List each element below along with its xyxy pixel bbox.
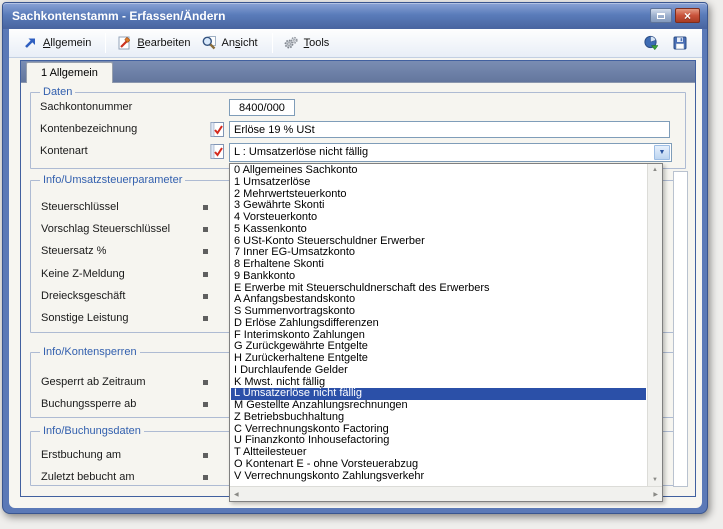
dropdown-item[interactable]: D Erlöse Zahlungsdifferenzen bbox=[231, 318, 646, 330]
screenshot-root: Sachkontenstamm - Erfassen/Ändern × Allg… bbox=[0, 0, 723, 529]
field-marker bbox=[203, 294, 208, 299]
form-panel: 1 Allgemein Daten Sachkontonummer Konten… bbox=[20, 60, 696, 497]
scroll-right-icon[interactable]: ▶ bbox=[653, 491, 658, 498]
dropdown-item[interactable]: 0 Allgemeines Sachkonto bbox=[231, 165, 646, 177]
form-content: Daten Sachkontonummer Kontenbezeichnung … bbox=[21, 83, 695, 496]
field-marker bbox=[203, 402, 208, 407]
menu-ansicht[interactable]: Ansicht bbox=[201, 35, 258, 51]
field-label: Steuersatz % bbox=[41, 245, 106, 257]
gears-icon bbox=[283, 35, 299, 51]
dropdown-item[interactable]: 5 Kassenkonto bbox=[231, 224, 646, 236]
dropdown-item[interactable]: 9 Bankkonto bbox=[231, 271, 646, 283]
window-titlebar: Sachkontenstamm - Erfassen/Ändern × bbox=[3, 3, 707, 29]
sachkontonummer-input[interactable] bbox=[229, 99, 295, 116]
red-check-icon[interactable] bbox=[209, 121, 226, 138]
kontenart-combobox[interactable]: L : Umsatzerlöse nicht fällig ▼ bbox=[229, 143, 672, 162]
group-title: Daten bbox=[40, 86, 75, 99]
dropdown-item[interactable]: 8 Erhaltene Skonti bbox=[231, 259, 646, 271]
dropdown-item[interactable]: S Summenvortragskonto bbox=[231, 306, 646, 318]
combo-dropdown-button[interactable]: ▼ bbox=[654, 145, 670, 160]
dropdown-item[interactable]: O Kontenart E - ohne Vorsteuerabzug bbox=[231, 459, 646, 471]
menu-label: Ansicht bbox=[222, 37, 258, 49]
field-label: Gesperrt ab Zeitraum bbox=[41, 376, 146, 388]
underlying-fields-strip bbox=[673, 171, 688, 487]
tab-allgemein[interactable]: 1 Allgemein bbox=[26, 62, 113, 83]
edit-tool-icon bbox=[116, 35, 132, 51]
field-label: Zuletzt bebucht am bbox=[41, 471, 135, 483]
field-label: Keine Z-Meldung bbox=[41, 268, 125, 280]
close-icon: × bbox=[684, 10, 691, 22]
field-marker bbox=[203, 249, 208, 254]
sachkontonummer-label: Sachkontonummer bbox=[40, 101, 132, 113]
kontenbezeichnung-input[interactable] bbox=[229, 121, 670, 138]
field-label: Sonstige Leistung bbox=[41, 312, 128, 324]
save-icon[interactable] bbox=[672, 35, 688, 51]
field-label: Steuerschlüssel bbox=[41, 201, 119, 213]
dropdown-item[interactable]: V Verrechnungskonto Zahlungsverkehr bbox=[231, 471, 646, 483]
window-controls: × bbox=[650, 8, 700, 23]
kontenart-label: Kontenart bbox=[40, 145, 88, 157]
kontenart-dropdown-list: 0 Allgemeines Sachkonto1 Umsatzerlöse2 M… bbox=[229, 163, 663, 502]
dropdown-item[interactable]: H Zurückerhaltene Entgelte bbox=[231, 353, 646, 365]
window-title: Sachkontenstamm - Erfassen/Ändern bbox=[12, 9, 225, 23]
app-window: Sachkontenstamm - Erfassen/Ändern × Allg… bbox=[2, 2, 708, 514]
chevron-down-icon: ▼ bbox=[659, 149, 666, 156]
dropdown-horizontal-scrollbar[interactable]: ◀ ▶ bbox=[230, 486, 662, 501]
menu-allgemein[interactable]: Allgemein bbox=[22, 35, 91, 51]
field-marker bbox=[203, 453, 208, 458]
toolbar-right bbox=[643, 35, 688, 51]
menu-label: Tools bbox=[304, 37, 330, 49]
menu-tools[interactable]: Tools bbox=[283, 35, 330, 51]
field-label: Vorschlag Steuerschlüssel bbox=[41, 223, 170, 235]
field-label: Buchungssperre ab bbox=[41, 398, 136, 410]
scroll-left-icon[interactable]: ◀ bbox=[234, 491, 239, 498]
tab-strip: 1 Allgemein bbox=[21, 61, 695, 83]
red-check-icon[interactable] bbox=[209, 143, 226, 160]
restore-button[interactable] bbox=[650, 8, 672, 23]
dropdown-item[interactable]: 4 Vorsteuerkonto bbox=[231, 212, 646, 224]
dropdown-item[interactable]: I Durchlaufende Gelder bbox=[231, 365, 646, 377]
field-label: Dreiecksgeschäft bbox=[41, 290, 125, 302]
scroll-down-icon[interactable]: ▼ bbox=[652, 477, 658, 483]
kontenart-value: L : Umsatzerlöse nicht fällig bbox=[234, 146, 368, 158]
dropdown-item[interactable]: Z Betriebsbuchhaltung bbox=[231, 412, 646, 424]
field-marker bbox=[203, 205, 208, 210]
dropdown-item[interactable]: 1 Umsatzerlöse bbox=[231, 177, 646, 189]
menu-label: Bearbeiten bbox=[137, 37, 190, 49]
window-body: 1 Allgemein Daten Sachkontonummer Konten… bbox=[9, 58, 702, 508]
scroll-up-icon[interactable]: ▲ bbox=[652, 167, 658, 173]
pie-chart-icon[interactable] bbox=[643, 35, 659, 51]
kontenart-dropdown-items: 0 Allgemeines Sachkonto1 Umsatzerlöse2 M… bbox=[231, 165, 646, 485]
restore-icon bbox=[657, 13, 665, 19]
dropdown-vertical-scrollbar[interactable]: ▲ ▼ bbox=[647, 164, 662, 486]
dropdown-item[interactable]: T Altteilesteuer bbox=[231, 447, 646, 459]
arrow-ne-icon bbox=[22, 35, 38, 51]
field-marker bbox=[203, 272, 208, 277]
field-marker bbox=[203, 380, 208, 385]
kontenbezeichnung-label: Kontenbezeichnung bbox=[40, 123, 137, 135]
magnifier-icon bbox=[201, 35, 217, 51]
field-marker bbox=[203, 475, 208, 480]
field-marker bbox=[203, 227, 208, 232]
menu-separator bbox=[272, 33, 273, 53]
field-label: Erstbuchung am bbox=[41, 449, 121, 461]
menu-separator bbox=[105, 33, 106, 53]
menubar: Allgemein Bearbeiten Ansicht bbox=[9, 29, 702, 58]
menu-bearbeiten[interactable]: Bearbeiten bbox=[116, 35, 190, 51]
menu-label: Allgemein bbox=[43, 37, 91, 49]
close-button[interactable]: × bbox=[675, 8, 700, 23]
field-marker bbox=[203, 316, 208, 321]
dropdown-item[interactable]: M Gestellte Anzahlungsrechnungen bbox=[231, 400, 646, 412]
